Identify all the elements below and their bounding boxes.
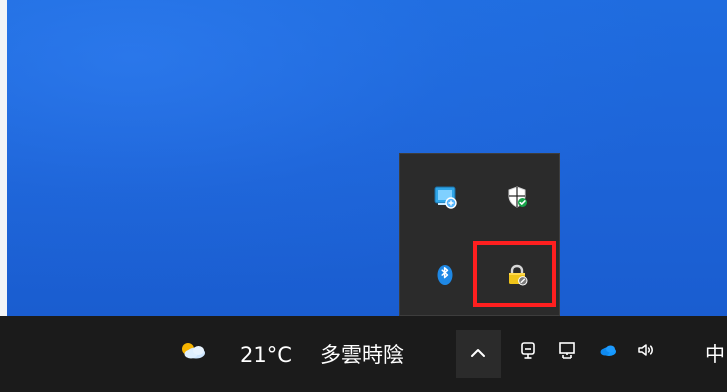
taskbar-content: 21°C 多雲時陰 中 xyxy=(0,330,727,378)
highlight-box xyxy=(473,241,556,307)
chevron-up-icon xyxy=(471,349,485,357)
bluetooth-icon xyxy=(437,265,453,285)
weather-condition[interactable]: 多雲時陰 xyxy=(320,343,404,367)
tray-overflow-flyout xyxy=(399,153,560,316)
onedrive-icon[interactable] xyxy=(598,340,618,360)
mic-icon[interactable] xyxy=(518,340,538,360)
tray-icon-bluetooth[interactable] xyxy=(408,240,482,310)
tray-icon-network-monitor[interactable] xyxy=(408,162,482,232)
weather-temperature[interactable]: 21°C xyxy=(240,343,292,367)
windows-security-icon xyxy=(508,186,527,208)
show-hidden-icons-button[interactable] xyxy=(456,330,501,378)
taskbar: 21°C 多雲時陰 中 xyxy=(0,316,727,392)
tray-icon-windows-security[interactable] xyxy=(480,162,554,232)
network-monitor-icon xyxy=(434,186,457,209)
input-method-indicator[interactable]: 中 xyxy=(705,342,725,366)
weather-partly-cloudy-icon[interactable] xyxy=(178,340,208,360)
network-icon[interactable] xyxy=(557,340,577,360)
desktop-wallpaper xyxy=(0,0,727,316)
volume-icon[interactable] xyxy=(636,340,656,360)
desktop-screen: 21°C 多雲時陰 中 xyxy=(0,0,727,392)
